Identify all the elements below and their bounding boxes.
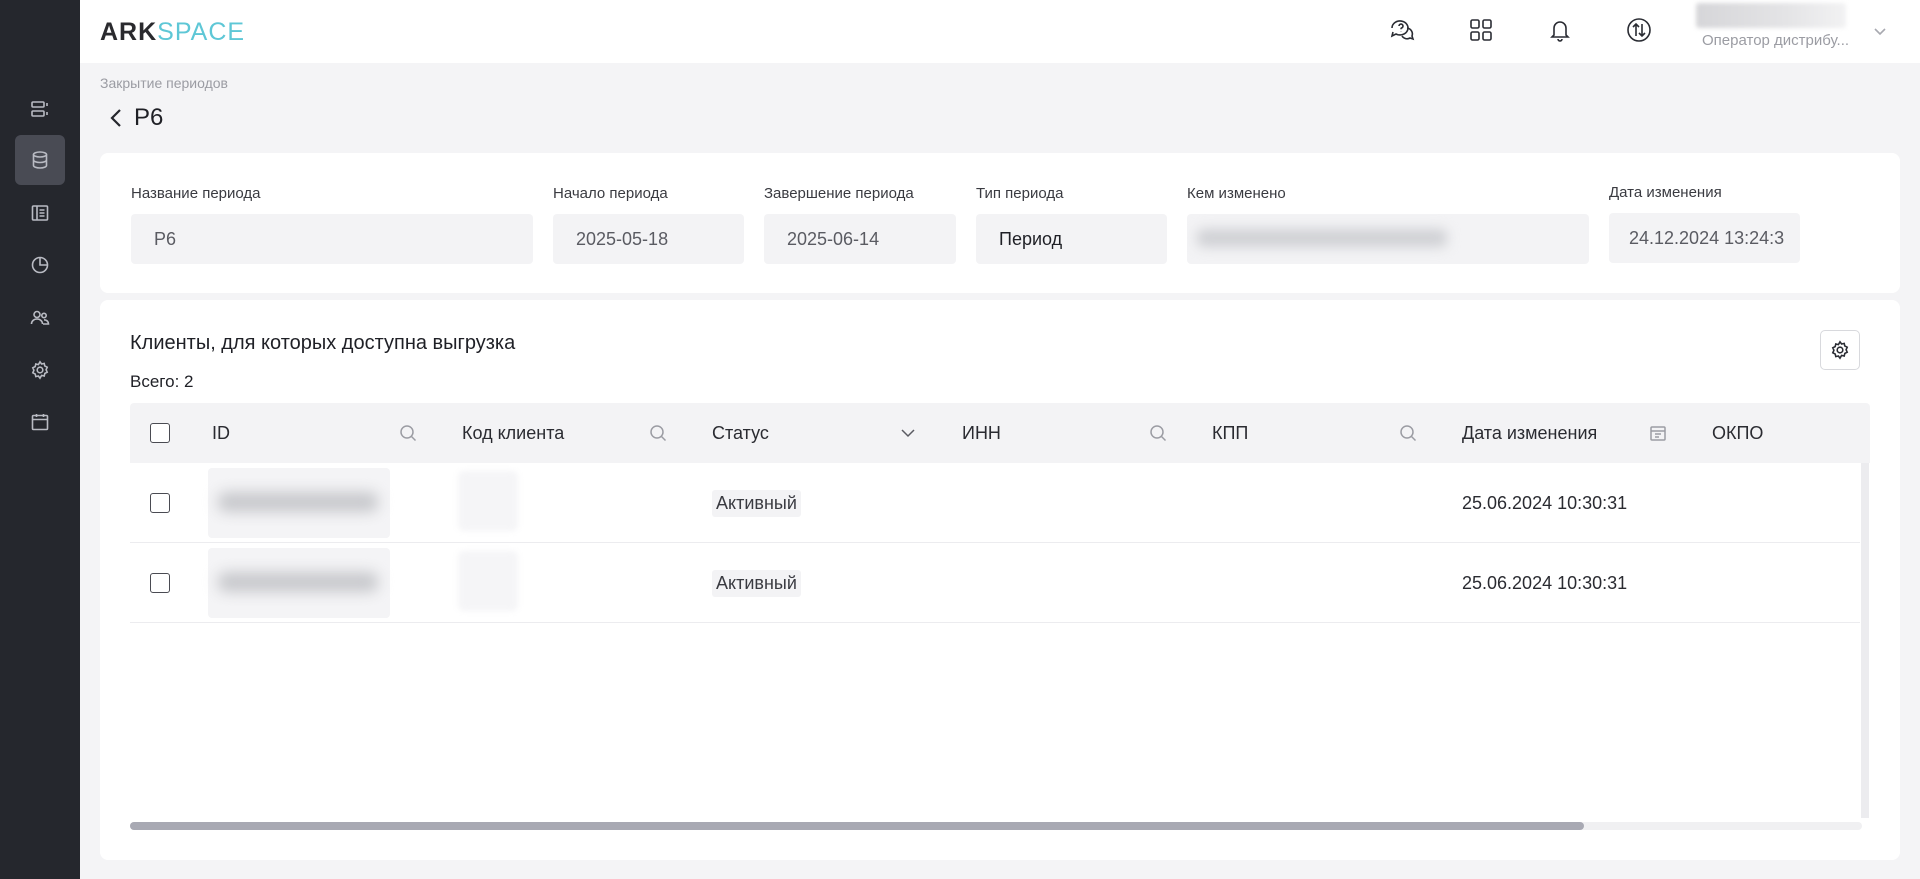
column-header-client-code[interactable]: Код клиента — [462, 403, 564, 463]
id-filter-button[interactable] — [398, 423, 418, 443]
row-changed-at: 25.06.2024 10:30:31 — [1462, 572, 1628, 593]
status-badge: Активный — [712, 569, 801, 597]
search-icon — [1150, 425, 1167, 442]
calendar-icon — [31, 414, 49, 431]
horizontal-scrollbar[interactable] — [130, 822, 1862, 830]
clients-card: Клиенты, для которых доступна выгрузка В… — [100, 300, 1900, 860]
help-chat-button[interactable] — [1386, 14, 1418, 46]
chevron-down-icon — [1874, 28, 1886, 36]
horizontal-scrollbar-thumb[interactable] — [130, 822, 1584, 830]
sidebar — [0, 0, 80, 879]
bell-icon — [1550, 21, 1570, 42]
pie-chart-icon — [31, 256, 49, 274]
sidebar-item-list[interactable] — [15, 84, 65, 134]
table-header: ID Код клиента Статус ИНН КПП Дата измен… — [130, 403, 1870, 463]
period-start-field: 2025-05-18 — [553, 214, 744, 264]
column-header-id[interactable]: ID — [212, 403, 230, 463]
sidebar-item-reports[interactable] — [15, 240, 65, 290]
period-start-label: Начало периода — [553, 185, 668, 202]
top-header: ARKSPACE Оператор дистрибу... — [80, 0, 1920, 63]
row-changed-at: 25.06.2024 10:30:31 — [1462, 492, 1628, 513]
period-end-label: Завершение периода — [764, 185, 914, 202]
column-header-kpp[interactable]: КПП — [1212, 403, 1248, 463]
apps-button[interactable] — [1465, 14, 1497, 46]
gear-icon — [1831, 340, 1849, 360]
user-role[interactable]: Оператор дистрибу... — [1702, 32, 1852, 49]
logo-space-text: SPACE — [157, 18, 246, 46]
table-settings-button[interactable] — [1820, 330, 1860, 370]
changed-at-field: 24.12.2024 13:24:3 — [1609, 213, 1800, 263]
table-row[interactable]: Активный 25.06.2024 10:30:31 — [130, 543, 1860, 623]
row-id-redacted — [208, 468, 390, 538]
calendar-icon — [1650, 426, 1666, 441]
sidebar-item-settings[interactable] — [15, 345, 65, 395]
kpp-filter-button[interactable] — [1398, 423, 1418, 443]
row-id-redacted — [208, 548, 390, 618]
database-icon — [32, 151, 48, 169]
gear-icon — [31, 360, 49, 380]
logo[interactable]: ARKSPACE — [100, 18, 245, 47]
notifications-button[interactable] — [1544, 14, 1576, 46]
list-icon — [31, 101, 48, 117]
changed-by-label: Кем изменено — [1187, 185, 1286, 202]
vertical-scrollbar[interactable] — [1861, 463, 1869, 818]
users-icon — [30, 310, 50, 325]
period-name-label: Название периода — [131, 185, 261, 202]
client-code-filter-button[interactable] — [648, 423, 668, 443]
sidebar-item-catalog[interactable] — [15, 188, 65, 238]
status-filter-dropdown[interactable] — [898, 423, 918, 443]
breadcrumb[interactable]: Закрытие периодов — [100, 75, 228, 91]
user-menu-toggle[interactable] — [1871, 22, 1889, 40]
logo-ark-text: ARK — [100, 18, 158, 46]
back-button[interactable] — [106, 105, 126, 131]
search-icon — [1400, 425, 1417, 442]
inn-filter-button[interactable] — [1148, 423, 1168, 443]
search-icon — [650, 425, 667, 442]
period-type-field: Период — [976, 214, 1167, 264]
apps-grid-icon — [1470, 19, 1492, 41]
clients-section-title: Клиенты, для которых доступна выгрузка — [130, 332, 516, 354]
clients-total: Всего: 2 — [130, 372, 194, 391]
changed-at-filter-button[interactable] — [1648, 423, 1668, 443]
period-info-card: Название периода P6 Начало периода 2025-… — [100, 153, 1900, 293]
status-badge: Активный — [712, 489, 801, 517]
user-name-redacted — [1696, 3, 1846, 28]
period-end-field: 2025-06-14 — [764, 214, 956, 264]
sync-button[interactable] — [1623, 14, 1655, 46]
column-header-changed-at[interactable]: Дата изменения — [1462, 403, 1597, 463]
column-header-status[interactable]: Статус — [712, 403, 769, 463]
changed-by-field — [1187, 214, 1589, 264]
search-icon — [400, 425, 417, 442]
row-checkbox[interactable] — [150, 493, 170, 513]
changed-at-label: Дата изменения — [1609, 184, 1722, 201]
book-icon — [31, 205, 49, 221]
chat-help-icon — [1390, 20, 1415, 41]
changed-by-redacted — [1197, 229, 1447, 247]
sync-icon — [1627, 18, 1651, 42]
period-name-field: P6 — [131, 214, 533, 264]
column-header-inn[interactable]: ИНН — [962, 403, 1001, 463]
table-row[interactable]: Активный 25.06.2024 10:30:31 — [130, 463, 1860, 543]
row-checkbox[interactable] — [150, 573, 170, 593]
sidebar-item-users[interactable] — [15, 293, 65, 343]
chevron-down-icon — [901, 429, 915, 438]
period-type-label: Тип периода — [976, 185, 1064, 202]
select-all-checkbox[interactable] — [150, 423, 170, 443]
column-header-okpo[interactable]: ОКПО — [1712, 403, 1763, 463]
chevron-left-icon — [110, 109, 121, 127]
sidebar-item-database[interactable] — [15, 135, 65, 185]
sidebar-item-calendar[interactable] — [15, 397, 65, 447]
row-client-code-redacted — [458, 471, 518, 531]
page-title: P6 — [134, 104, 164, 131]
row-client-code-redacted — [458, 551, 518, 611]
